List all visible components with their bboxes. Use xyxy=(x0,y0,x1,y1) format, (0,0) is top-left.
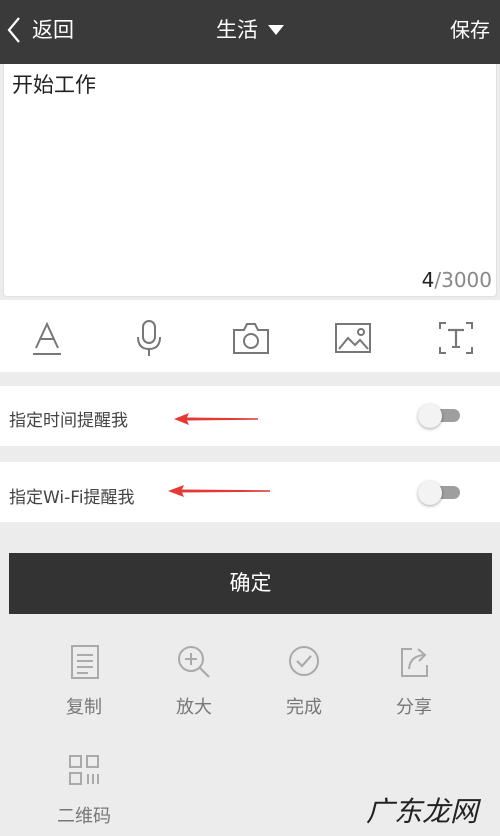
microphone-icon xyxy=(137,320,161,356)
qr-code-action-label: 二维码 xyxy=(57,806,111,827)
camera-button[interactable] xyxy=(231,318,271,358)
zoom-in-icon xyxy=(178,646,210,678)
image-icon xyxy=(335,323,371,353)
save-button[interactable]: 保存 xyxy=(450,14,490,46)
complete-action[interactable]: 完成 xyxy=(264,643,344,719)
note-text-input[interactable] xyxy=(12,72,482,96)
copy-action-label: 复制 xyxy=(66,697,102,718)
text-recognition-icon xyxy=(439,322,473,354)
share-action-label: 分享 xyxy=(396,697,432,718)
wifi-reminder-row: 指定Wi-Fi提醒我 xyxy=(0,462,500,522)
zoom-in-action-label: 放大 xyxy=(176,697,212,718)
wifi-reminder-toggle[interactable] xyxy=(418,481,462,505)
editor-toolbar xyxy=(0,300,500,372)
qr-code-action[interactable]: 二维码 xyxy=(44,752,124,828)
category-label: 生活 xyxy=(216,18,258,42)
red-arrow-annotation xyxy=(168,485,270,497)
caret-down-icon xyxy=(268,25,284,35)
wifi-reminder-label: 指定Wi-Fi提醒我 xyxy=(9,488,135,508)
qr-code-icon xyxy=(69,755,99,785)
complete-action-label: 完成 xyxy=(286,697,322,718)
char-counter: 4/3000 xyxy=(422,268,492,292)
check-circle-icon xyxy=(289,646,319,676)
copy-icon xyxy=(71,645,99,679)
time-reminder-row: 指定时间提醒我 xyxy=(0,386,500,446)
camera-icon xyxy=(233,323,269,354)
time-reminder-label: 指定时间提醒我 xyxy=(9,411,128,431)
chevron-left-icon xyxy=(7,17,20,43)
top-bar: 返回 生活 保存 xyxy=(0,0,500,64)
voice-input-button[interactable] xyxy=(129,318,169,358)
red-arrow-annotation xyxy=(174,413,258,425)
watermark: 广东龙网 xyxy=(365,795,478,828)
insert-image-button[interactable] xyxy=(333,318,373,358)
share-action[interactable]: 分享 xyxy=(374,643,454,719)
back-label: 返回 xyxy=(32,18,74,42)
zoom-in-action[interactable]: 放大 xyxy=(154,643,234,719)
toggle-knob xyxy=(418,481,442,505)
text-recognition-button[interactable] xyxy=(436,318,476,358)
back-button[interactable]: 返回 xyxy=(6,14,74,46)
time-reminder-toggle[interactable] xyxy=(418,404,462,428)
text-format-button[interactable] xyxy=(27,318,67,358)
share-icon xyxy=(401,648,428,677)
category-selector[interactable]: 生活 xyxy=(216,14,284,46)
note-editor: 4/3000 xyxy=(3,64,497,297)
copy-action[interactable]: 复制 xyxy=(44,643,124,719)
confirm-button[interactable]: 确定 xyxy=(9,553,492,614)
category-selector-wrap: 生活 xyxy=(0,14,500,46)
char-count-current: 4 xyxy=(421,268,435,292)
toggle-knob xyxy=(418,404,442,428)
text-format-icon xyxy=(33,321,61,355)
char-count-max: 3000 xyxy=(441,268,492,292)
